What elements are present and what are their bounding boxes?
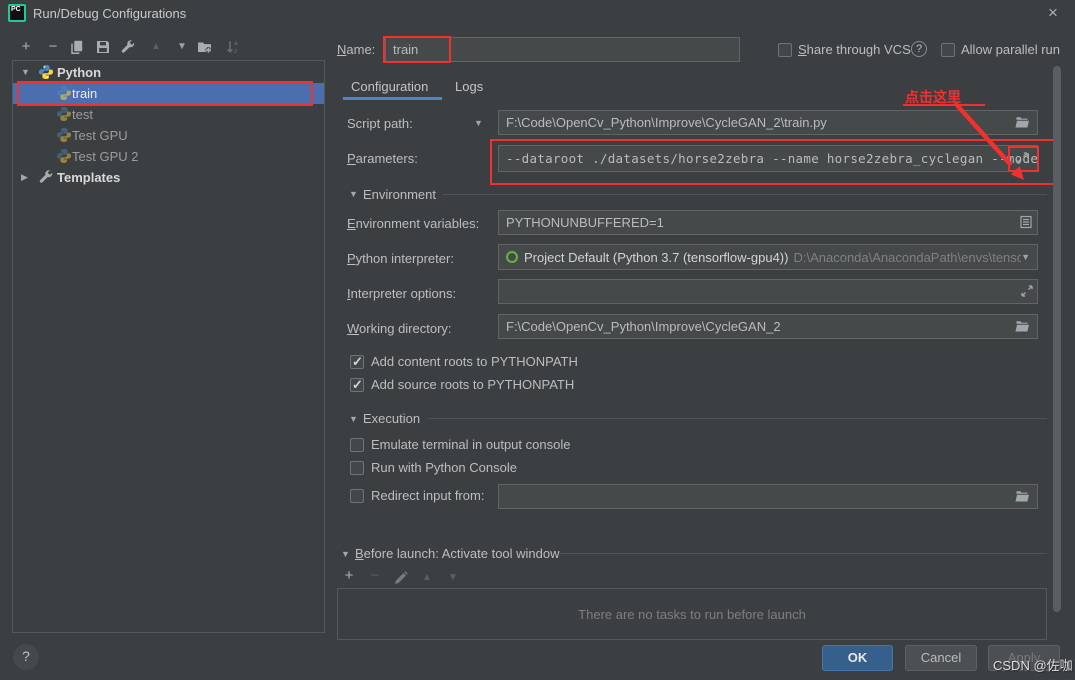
annotation-arrow bbox=[945, 100, 1035, 190]
execution-collapse-icon[interactable]: ▼ bbox=[349, 415, 358, 424]
interpreter-path: D:\Anaconda\AnacondaPath\envs\tensorf bbox=[793, 250, 1021, 265]
python-file-icon bbox=[56, 85, 72, 101]
add-source-roots-checkbox[interactable] bbox=[350, 378, 364, 392]
environment-variables-label: Environment variables: bbox=[347, 216, 479, 231]
svg-text:z: z bbox=[234, 48, 237, 55]
no-tasks-message: There are no tasks to run before launch bbox=[578, 607, 806, 622]
save-configuration-icon[interactable] bbox=[95, 39, 111, 55]
move-up-icon[interactable]: ▲ bbox=[147, 38, 165, 56]
add-task-button[interactable]: + bbox=[340, 567, 358, 585]
emulate-terminal-checkbox[interactable] bbox=[350, 438, 364, 452]
add-source-roots-label: Add source roots to PYTHONPATH bbox=[371, 377, 574, 392]
tab-logs[interactable]: Logs bbox=[455, 79, 483, 94]
pycharm-logo-icon: PC bbox=[8, 4, 26, 22]
before-launch-collapse-icon[interactable]: ▼ bbox=[341, 550, 350, 559]
tree-group-label: Python bbox=[57, 65, 101, 80]
python-interpreter-label: Python interpreter: bbox=[347, 251, 454, 266]
tree-item-label: test bbox=[72, 107, 93, 122]
before-launch-tasks-panel: There are no tasks to run before launch bbox=[337, 588, 1047, 640]
tree-item-label: train bbox=[72, 86, 97, 101]
csdn-watermark: CSDN @佐咖 bbox=[993, 655, 1073, 674]
run-debug-configurations-dialog: PC Run/Debug Configurations × + − ▲ ▼ az… bbox=[0, 0, 1075, 680]
tree-group-templates[interactable]: ▶ Templates bbox=[13, 167, 324, 188]
environment-section-title: Environment bbox=[363, 187, 436, 202]
browse-folder-icon[interactable] bbox=[1014, 318, 1030, 334]
working-directory-input[interactable]: F:\Code\OpenCv_Python\Improve\CycleGAN_2 bbox=[498, 314, 1038, 339]
execution-section-title: Execution bbox=[363, 411, 420, 426]
move-down-icon[interactable]: ▼ bbox=[173, 38, 191, 56]
interpreter-name: Project Default (Python 3.7 (tensorflow-… bbox=[524, 250, 788, 265]
python-file-icon bbox=[56, 127, 72, 143]
cancel-button[interactable]: Cancel bbox=[905, 645, 977, 671]
tree-item-train[interactable]: train bbox=[13, 83, 324, 104]
tree-item-test-gpu-2[interactable]: Test GPU 2 bbox=[13, 146, 324, 167]
help-button[interactable]: ? bbox=[13, 644, 39, 670]
create-folder-icon[interactable] bbox=[197, 39, 213, 55]
edit-task-pencil-icon[interactable] bbox=[393, 570, 409, 586]
conda-env-icon bbox=[506, 251, 518, 263]
python-file-icon bbox=[56, 106, 72, 122]
add-content-roots-checkbox[interactable] bbox=[350, 355, 364, 369]
allow-parallel-run-checkbox[interactable] bbox=[941, 43, 955, 57]
parameters-label: Parameters: bbox=[347, 151, 418, 166]
name-input[interactable]: train bbox=[385, 37, 740, 62]
task-move-down-icon[interactable]: ▼ bbox=[444, 569, 462, 587]
tree-group-python[interactable]: ▼ Python bbox=[13, 62, 324, 83]
active-tab-underline bbox=[343, 97, 442, 100]
before-launch-title: Before launch: Activate tool window bbox=[355, 546, 560, 561]
environment-variables-input[interactable]: PYTHONUNBUFFERED=1 bbox=[498, 210, 1038, 235]
tab-configuration[interactable]: Configuration bbox=[351, 79, 428, 94]
script-path-label: Script path: bbox=[347, 116, 413, 131]
redirect-input-file-input[interactable] bbox=[498, 484, 1038, 509]
vertical-scrollbar[interactable] bbox=[1053, 66, 1061, 612]
remove-task-button[interactable]: − bbox=[366, 567, 384, 585]
python-interpreter-combobox[interactable]: Project Default (Python 3.7 (tensorflow-… bbox=[498, 244, 1038, 270]
python-file-icon bbox=[56, 148, 72, 164]
expand-triangle-icon[interactable]: ▼ bbox=[21, 68, 30, 77]
env-vars-browse-icon[interactable] bbox=[1018, 214, 1034, 230]
run-with-console-label: Run with Python Console bbox=[371, 460, 517, 475]
remove-configuration-button[interactable]: − bbox=[44, 38, 62, 56]
sort-configurations-icon[interactable]: az bbox=[225, 39, 241, 55]
run-with-console-checkbox[interactable] bbox=[350, 461, 364, 475]
tree-item-test[interactable]: test bbox=[13, 104, 324, 125]
redirect-input-label: Redirect input from: bbox=[371, 488, 484, 503]
interpreter-options-input[interactable] bbox=[498, 279, 1038, 304]
script-path-chooser-arrow-icon[interactable]: ▼ bbox=[474, 119, 483, 128]
working-directory-label: Working directory: bbox=[347, 321, 452, 336]
tree-item-label: Test GPU bbox=[72, 128, 128, 143]
section-divider bbox=[428, 418, 1047, 419]
environment-collapse-icon[interactable]: ▼ bbox=[349, 190, 358, 199]
collapsed-triangle-icon[interactable]: ▶ bbox=[21, 173, 28, 182]
tree-item-test-gpu[interactable]: Test GPU bbox=[13, 125, 324, 146]
python-logo-icon bbox=[38, 64, 54, 80]
task-move-up-icon[interactable]: ▲ bbox=[418, 569, 436, 587]
window-title: Run/Debug Configurations bbox=[33, 6, 186, 21]
emulate-terminal-label: Emulate terminal in output console bbox=[371, 437, 570, 452]
copy-configuration-icon[interactable] bbox=[69, 39, 85, 55]
interpreter-options-label: Interpreter options: bbox=[347, 286, 456, 301]
add-configuration-button[interactable]: + bbox=[17, 38, 35, 56]
section-divider bbox=[443, 194, 1047, 195]
share-vcs-checkbox[interactable] bbox=[778, 43, 792, 57]
browse-folder-icon[interactable] bbox=[1014, 488, 1030, 504]
allow-parallel-run-label: Allow parallel run bbox=[961, 42, 1060, 57]
tree-item-label: Test GPU 2 bbox=[72, 149, 138, 164]
section-divider bbox=[560, 553, 1047, 554]
expand-field-icon[interactable] bbox=[1019, 283, 1035, 299]
redirect-input-checkbox[interactable] bbox=[350, 489, 364, 503]
tree-group-label: Templates bbox=[57, 170, 120, 185]
name-label: Name: bbox=[337, 42, 375, 57]
close-icon[interactable]: × bbox=[1041, 2, 1065, 24]
chevron-down-icon[interactable]: ▼ bbox=[1021, 252, 1030, 262]
share-vcs-label: Share through VCS bbox=[798, 42, 911, 57]
templates-wrench-icon bbox=[38, 169, 54, 185]
ok-button[interactable]: OK bbox=[822, 645, 893, 671]
add-content-roots-label: Add content roots to PYTHONPATH bbox=[371, 354, 578, 369]
edit-templates-wrench-icon[interactable] bbox=[120, 39, 136, 55]
svg-text:a: a bbox=[234, 40, 238, 47]
vcs-help-icon[interactable]: ? bbox=[911, 41, 927, 57]
